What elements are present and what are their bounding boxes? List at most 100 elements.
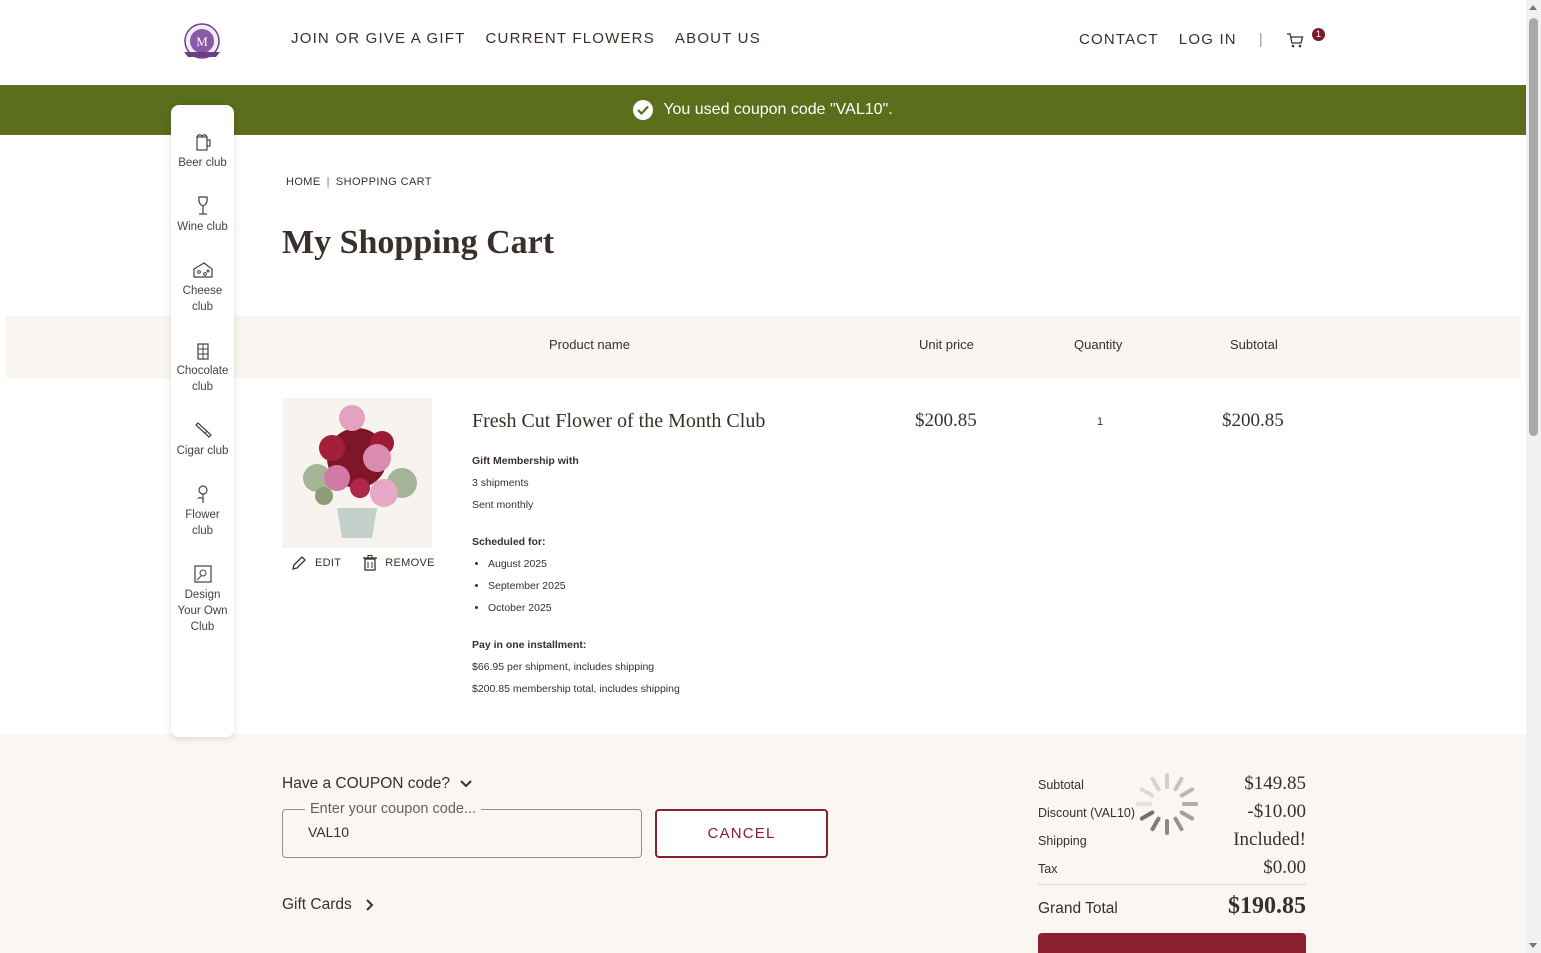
sidebar-item-flower-club[interactable]: Flower club: [171, 483, 234, 539]
scrollbar-thumb[interactable]: [1529, 18, 1538, 436]
sidebar-item-beer-club[interactable]: Beer club: [171, 131, 234, 171]
schedule-item: August 2025: [488, 553, 680, 575]
breadcrumb-home[interactable]: HOME: [286, 176, 321, 188]
schedule-list: August 2025 September 2025 October 2025: [472, 553, 680, 619]
secondary-nav: CONTACT LOG IN | 1: [1079, 28, 1326, 48]
gift-cards-label: Gift Cards: [282, 896, 352, 913]
pencil-icon: [292, 556, 306, 570]
summary-divider: [1038, 884, 1306, 885]
sidebar-item-label: Wine club: [177, 221, 228, 233]
coupon-toggle[interactable]: Have a COUPON code?: [282, 775, 472, 793]
sidebar-item-cheese-club[interactable]: Cheese club: [171, 259, 234, 315]
chevron-right-icon: [366, 899, 374, 911]
cigar-icon: [194, 422, 212, 438]
cheese-icon: [192, 262, 213, 278]
shipments-count: 3 shipments: [472, 477, 529, 489]
breadcrumb-current: SHOPPING CART: [335, 176, 432, 188]
membership-title: Gift Membership with: [472, 455, 579, 467]
product-actions: EDIT REMOVE: [291, 555, 435, 571]
summary-discount-value: -$10.00: [1247, 801, 1306, 822]
membership-total: $200.85 membership total, includes shipp…: [472, 683, 680, 695]
svg-text:M: M: [196, 34, 208, 49]
sidebar-item-label: Flower club: [185, 509, 220, 537]
sidebar-item-label: Beer club: [178, 157, 227, 169]
summary-tax-row: Tax $0.00: [1038, 857, 1306, 879]
schedule-item: September 2025: [488, 575, 680, 597]
summary-shipping-value: Included!: [1233, 829, 1306, 850]
sidebar-item-label: Chocolate club: [176, 365, 229, 393]
product-name[interactable]: Fresh Cut Flower of the Month Club: [472, 410, 765, 433]
scheduled-title: Scheduled for:: [472, 536, 546, 548]
sidebar-item-label: Cigar club: [176, 445, 229, 457]
sidebar-item-cigar-club[interactable]: Cigar club: [171, 419, 234, 459]
coupon-field: Enter your coupon code...: [282, 801, 642, 858]
gift-cards-toggle[interactable]: Gift Cards: [282, 896, 374, 914]
breadcrumb-separator: |: [326, 176, 330, 188]
sidebar-item-design-your-own-club[interactable]: Design Your Own Club: [171, 563, 234, 635]
breadcrumb: HOME | SHOPPING CART: [286, 176, 432, 188]
scroll-down-arrow-icon[interactable]: [1529, 943, 1537, 948]
summary-tax-value: $0.00: [1263, 857, 1306, 878]
cart-count-badge: 1: [1311, 28, 1325, 41]
chocolate-icon: [196, 343, 209, 360]
product-details: Gift Membership with 3 shipments Sent mo…: [472, 450, 680, 700]
sidebar-item-label: Cheese club: [182, 285, 223, 313]
summary-tax-label: Tax: [1038, 862, 1058, 876]
col-subtotal: Subtotal: [1230, 337, 1278, 352]
remove-label: REMOVE: [385, 557, 435, 569]
shipment-frequency: Sent monthly: [472, 499, 534, 511]
item-quantity: 1: [1097, 416, 1104, 428]
flower-icon: [197, 485, 208, 503]
payment-title: Pay in one installment:: [472, 639, 587, 651]
club-sidebar: Beer club Wine club Cheese club Chocolat…: [171, 105, 234, 737]
product-image[interactable]: [282, 398, 432, 548]
wine-glass-icon: [197, 196, 208, 215]
nav-about-us[interactable]: ABOUT US: [675, 30, 761, 47]
grand-total-value: $190.85: [1228, 893, 1306, 919]
cart-button[interactable]: 1: [1286, 28, 1326, 48]
summary-grand-total-row: Grand Total $190.85: [1038, 893, 1306, 920]
schedule-item: October 2025: [488, 597, 680, 619]
trash-icon: [363, 555, 378, 571]
sidebar-item-label: Design Your Own Club: [177, 589, 228, 633]
item-subtotal: $200.85: [1222, 410, 1284, 431]
edit-label: EDIT: [315, 557, 342, 569]
loading-spinner-icon: [1136, 773, 1198, 835]
summary-shipping-label: Shipping: [1038, 834, 1087, 848]
checkout-button[interactable]: [1038, 933, 1306, 953]
edit-button[interactable]: EDIT: [291, 555, 341, 571]
grand-total-label: Grand Total: [1038, 900, 1118, 917]
coupon-field-legend: Enter your coupon code...: [305, 801, 482, 817]
scroll-up-arrow-icon[interactable]: [1529, 5, 1537, 10]
page-scrollbar[interactable]: [1526, 0, 1541, 953]
nav-log-in[interactable]: LOG IN: [1179, 31, 1237, 48]
summary-discount-label: Discount (VAL10): [1038, 806, 1136, 820]
col-quantity: Quantity: [1074, 337, 1123, 352]
per-shipment-price: $66.95 per shipment, includes shipping: [472, 661, 655, 673]
cancel-coupon-button[interactable]: CANCEL: [655, 809, 828, 858]
nav-current-flowers[interactable]: CURRENT FLOWERS: [486, 30, 655, 47]
banner-message: You used coupon code "VAL10".: [663, 101, 893, 118]
flower-bouquet-image: [282, 398, 432, 548]
brand-logo-icon[interactable]: M: [180, 22, 224, 60]
coupon-toggle-label: Have a COUPON code?: [282, 775, 450, 792]
coupon-input[interactable]: [308, 824, 628, 840]
nav-contact[interactable]: CONTACT: [1079, 31, 1159, 48]
col-unit-price: Unit price: [919, 337, 974, 352]
page-title: My Shopping Cart: [282, 224, 555, 261]
nav-join-or-give-gift[interactable]: JOIN OR GIVE A GIFT: [291, 30, 466, 47]
sidebar-item-wine-club[interactable]: Wine club: [171, 195, 234, 235]
site-header: M JOIN OR GIVE A GIFT CURRENT FLOWERS AB…: [0, 0, 1526, 85]
summary-subtotal-label: Subtotal: [1038, 778, 1084, 792]
primary-nav: JOIN OR GIVE A GIFT CURRENT FLOWERS ABOU…: [291, 30, 761, 47]
remove-button[interactable]: REMOVE: [363, 555, 434, 571]
nav-separator: |: [1258, 30, 1264, 48]
summary-subtotal-value: $149.85: [1244, 773, 1306, 794]
shopping-cart-icon: [1286, 33, 1304, 48]
item-unit-price: $200.85: [915, 410, 977, 431]
check-circle-icon: [633, 100, 654, 120]
sidebar-item-chocolate-club[interactable]: Chocolate club: [171, 339, 234, 395]
col-product-name: Product name: [549, 337, 630, 352]
design-icon: [193, 565, 212, 583]
chevron-down-icon: [460, 780, 472, 788]
